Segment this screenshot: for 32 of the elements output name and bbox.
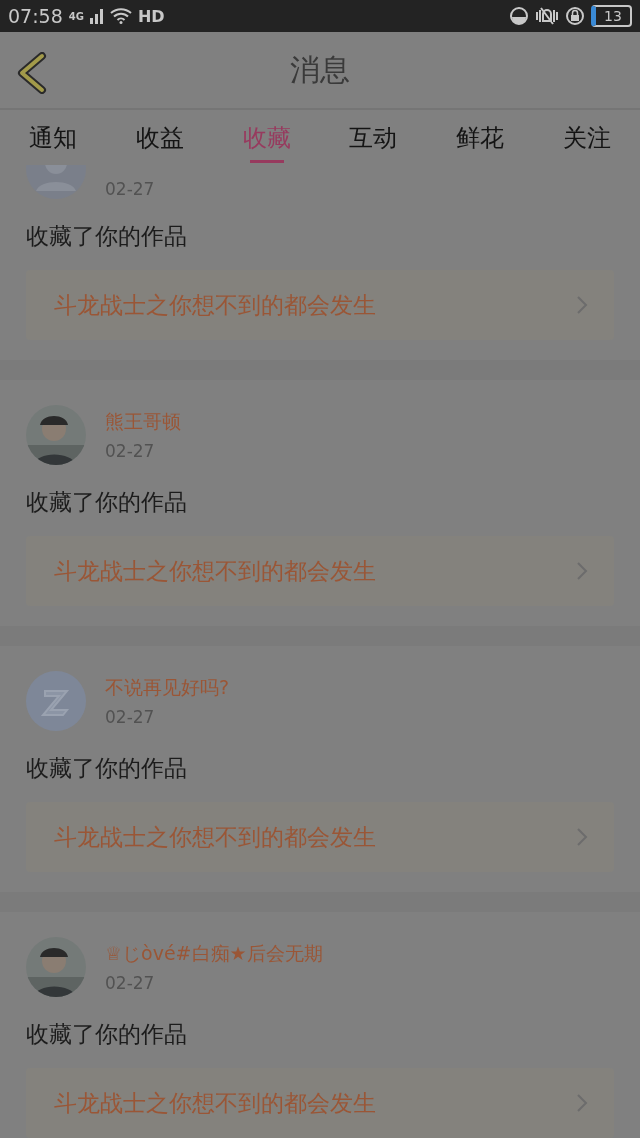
chevron-icon: [576, 1093, 588, 1113]
message-text: 收藏了你的作品: [26, 222, 188, 251]
message-text: 收藏了你的作品: [26, 754, 188, 783]
hd-label: HD: [137, 6, 165, 26]
work-link[interactable]: 斗龙战士之你想不到的都会发生: [26, 270, 614, 340]
back-icon[interactable]: [16, 52, 48, 94]
lock-icon: [565, 6, 585, 26]
tab[interactable]: 收益: [106, 110, 214, 165]
avatar-icon: [26, 671, 86, 731]
tab[interactable]: 收藏: [213, 110, 320, 165]
work-link[interactable]: 斗龙战士之你想不到的都会发生: [26, 1068, 614, 1138]
clock: 07:58: [8, 5, 63, 27]
wifi-icon: [109, 8, 132, 24]
vibrate-icon: [535, 6, 559, 26]
user-name[interactable]: ♕じòvé#白痴★后会无期: [105, 941, 323, 967]
network-label: 4G: [68, 10, 84, 22]
signal-icon: [89, 8, 104, 24]
user-name[interactable]: 熊王哥顿: [105, 409, 181, 435]
chevron-icon: [576, 561, 588, 581]
user-name[interactable]: 不说再见好吗?: [105, 675, 230, 701]
tab[interactable]: 鲜花: [426, 110, 534, 165]
tab[interactable]: 互动: [320, 110, 427, 165]
page-title: 消息: [290, 50, 350, 89]
chevron-icon: [576, 295, 588, 315]
message-text: 收藏了你的作品: [26, 488, 188, 517]
work-link[interactable]: 斗龙战士之你想不到的都会发生: [26, 536, 614, 606]
tab[interactable]: 通知: [0, 110, 107, 165]
chevron-icon: [576, 827, 588, 847]
work-link[interactable]: 斗龙战士之你想不到的都会发生: [26, 802, 614, 872]
message-text: 收藏了你的作品: [26, 1020, 188, 1049]
tab[interactable]: 关注: [533, 110, 640, 165]
battery-indicator: 13: [591, 5, 632, 27]
